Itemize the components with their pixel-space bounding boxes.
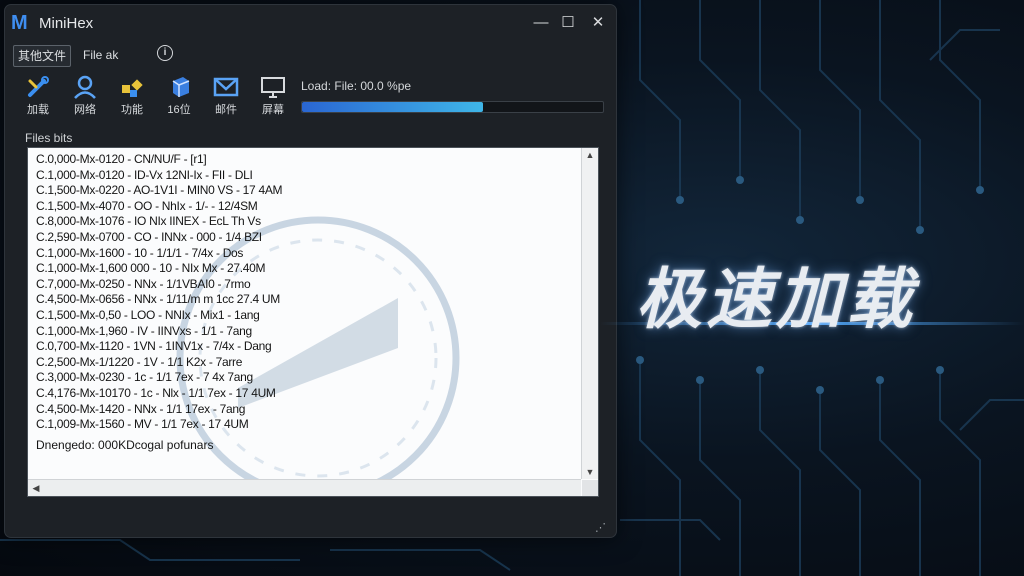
mail-icon [213, 77, 239, 97]
file-row[interactable]: C.7,000-Mx-0250 - NNx - 1/1VBAI0 - 7rmo [36, 277, 576, 293]
file-row[interactable]: C.1,000-Mx-1,960 - IV - IINVxs - 1/1 - 7… [36, 324, 576, 340]
files-section-label: Files bits [25, 131, 73, 145]
cube-icon [172, 77, 190, 97]
toolbar-mail-label: 邮件 [215, 104, 237, 116]
window-title: MiniHex [39, 15, 94, 32]
toolbar-16bit-button[interactable]: 16位 [156, 73, 202, 121]
load-progress-fill [302, 102, 483, 112]
menu-bar: 其他文件 File ak [5, 43, 616, 67]
menu-item-file[interactable]: File ak [79, 45, 122, 65]
file-row[interactable]: C.1,500-Mx-4070 - OO - NhIx - 1/- - 12/4… [36, 199, 576, 215]
file-row[interactable]: C.1,000-Mx-1,600 000 - 10 - NIx Mx - 27.… [36, 261, 576, 277]
puzzle-icon [122, 79, 143, 97]
file-row[interactable]: C.4,500-Mx-0656 - NNx - 1/11/m m 1cc 27.… [36, 292, 576, 308]
toolbar-load-button[interactable]: 加载 [15, 73, 61, 121]
minimize-icon[interactable]: — [530, 13, 552, 33]
toolbar-load-label: 加载 [27, 104, 49, 116]
toolbar-network-button[interactable]: 网络 [62, 73, 108, 121]
title-bar[interactable]: M MiniHex — ☐ ✕ [5, 5, 616, 41]
file-row[interactable]: C.3,000-Mx-0230 - 1c - 1/1 7ex - 7 4x 7a… [36, 370, 576, 386]
toolbar-screen-button[interactable]: 屏幕 [250, 73, 296, 121]
file-list-footer: Dnengedo: 000KDcogal pofunars [36, 438, 214, 452]
file-row[interactable]: C.1,000-Mx-1600 - 10 - 1/1/1 - 7/4x - Do… [36, 246, 576, 262]
file-row[interactable]: C.0,700-Mx-1120 - 1VN - 1INV1x - 7/4x - … [36, 339, 576, 355]
resize-grip-icon[interactable]: ⋰ [595, 521, 606, 534]
vertical-scrollbar[interactable]: ▲ ▼ [581, 148, 598, 479]
scroll-left-icon[interactable]: ◀ [28, 483, 44, 494]
toolbar-function-label: 功能 [121, 104, 143, 116]
file-row[interactable]: C.4,176-Mx-10170 - 1c - Nlx - 1/1 7ex - … [36, 386, 576, 402]
scroll-down-icon[interactable]: ▼ [582, 467, 598, 477]
user-icon [74, 75, 96, 99]
close-icon[interactable]: ✕ [587, 13, 609, 33]
menu-item-other-files[interactable]: 其他文件 [13, 45, 72, 67]
scroll-up-icon[interactable]: ▲ [582, 150, 598, 160]
toolbar-function-button[interactable]: 功能 [109, 73, 155, 121]
file-row[interactable]: C.2,590-Mx-0700 - CO - INNx - 000 - 1/4 … [36, 230, 576, 246]
scrollbar-corner [582, 480, 598, 496]
file-row[interactable]: C.0,000-Mx-0120 - CN/NU/F - [r1] [36, 152, 576, 168]
load-progress-bar [301, 101, 604, 113]
file-row[interactable]: C.4,500-Mx-1420 - NNx - 1/1 17ex - 7ang [36, 402, 576, 418]
file-row[interactable]: C.1,500-Mx-0220 - AO-1V1I - MIN0 VS - 17… [36, 183, 576, 199]
horizontal-scrollbar[interactable]: ◀ [28, 479, 581, 496]
headline-text: 极速加载 [636, 261, 916, 338]
toolbar-screen-label: 屏幕 [262, 104, 284, 116]
toolbar-network-label: 网络 [74, 104, 96, 116]
file-list[interactable]: C.0,000-Mx-0120 - CN/NU/F - [r1] C.1,000-… [28, 148, 581, 479]
app-window: M MiniHex — ☐ ✕ 其他文件 File ak i 加载 网络 功能 … [4, 4, 617, 538]
maximize-icon[interactable]: ☐ [557, 13, 579, 33]
info-icon[interactable]: i [157, 45, 173, 61]
file-row[interactable]: C.1,009-Mx-1560 - MV - 1/1 7ex - 17 4UM [36, 417, 576, 433]
toolbar-mail-button[interactable]: 邮件 [203, 73, 249, 121]
file-rows: C.0,000-Mx-0120 - CN/NU/F - [r1] C.1,000-… [36, 152, 576, 433]
load-status-text: Load: File: 00.0 %pe [301, 79, 412, 93]
file-list-panel: C.0,000-Mx-0120 - CN/NU/F - [r1] C.1,000-… [27, 147, 599, 497]
toolbar-16bit-label: 16位 [167, 104, 191, 116]
file-row[interactable]: C.1,500-Mx-0,50 - LOO - NNIx - Mix1 - 1a… [36, 308, 576, 324]
file-row[interactable]: C.1,000-Mx-0120 - ID-Vx 12NI-Ix - FII - … [36, 168, 576, 184]
monitor-icon [261, 77, 285, 98]
file-row[interactable]: C.8,000-Mx-1076 - IO NIx IINEX - EcL Th … [36, 214, 576, 230]
tools-icon [28, 76, 49, 97]
app-logo-icon: M [11, 12, 28, 34]
file-row[interactable]: C.2,500-Mx-1/1220 - 1V - 1/1 K2x - 7arre [36, 355, 576, 371]
